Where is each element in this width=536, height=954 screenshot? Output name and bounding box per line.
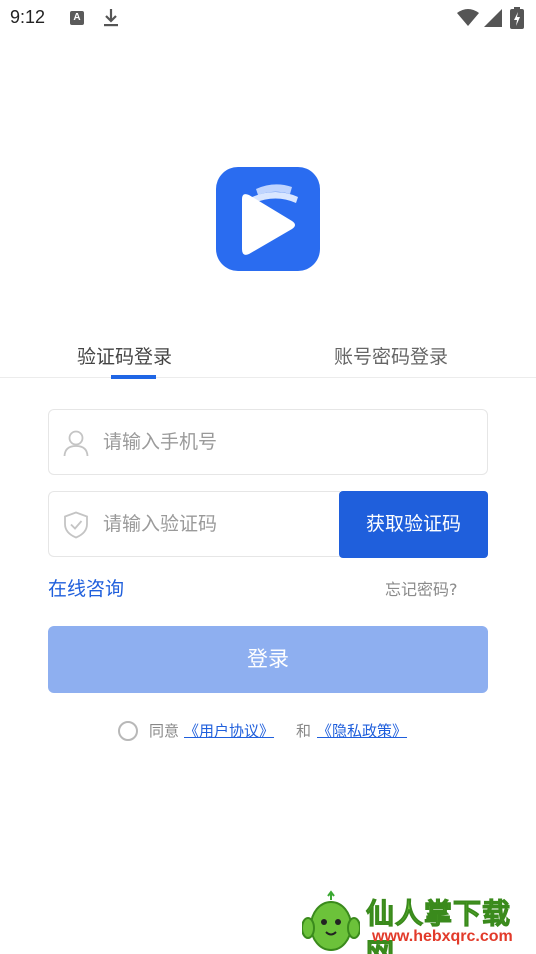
- login-button[interactable]: 登录: [48, 626, 488, 693]
- agreement-prefix: 同意: [149, 722, 180, 740]
- tab-password-login[interactable]: 账号密码登录: [334, 342, 448, 369]
- watermark-url: www.hebxqrc.com: [372, 928, 513, 945]
- wifi-icon: [457, 9, 479, 26]
- verification-code-input[interactable]: [103, 492, 323, 556]
- user-icon: [63, 430, 89, 457]
- online-consult-link[interactable]: 在线咨询: [48, 574, 124, 601]
- site-watermark: 仙人掌下载网 www.hebxqrc.com: [298, 888, 536, 954]
- tab-sms-login[interactable]: 验证码登录: [77, 342, 172, 369]
- verification-code-field[interactable]: [48, 491, 340, 557]
- forgot-password-link[interactable]: 忘记密码?: [385, 576, 458, 600]
- privacy-policy-link[interactable]: 《隐私政策》: [317, 720, 407, 741]
- user-agreement-link[interactable]: 《用户协议》: [184, 720, 274, 741]
- shield-icon: [64, 511, 88, 539]
- cactus-mascot-icon: [302, 890, 360, 951]
- download-icon: [104, 9, 118, 27]
- active-tab-indicator: [111, 375, 156, 379]
- agreement-and: 和: [296, 722, 312, 740]
- login-tabs: 验证码登录 账号密码登录: [0, 330, 536, 379]
- battery-icon: [510, 7, 524, 29]
- phone-input[interactable]: [103, 410, 323, 474]
- signal-icon: [484, 9, 502, 27]
- agreement-radio[interactable]: [118, 721, 138, 741]
- notification-a-icon: A: [70, 11, 84, 25]
- play-logo-icon: [242, 184, 298, 255]
- get-code-button[interactable]: 获取验证码: [339, 491, 488, 558]
- status-time: 9:12: [10, 7, 46, 27]
- status-bar: 9:12 A: [0, 0, 536, 38]
- phone-field[interactable]: [48, 409, 488, 475]
- app-logo: [216, 167, 320, 271]
